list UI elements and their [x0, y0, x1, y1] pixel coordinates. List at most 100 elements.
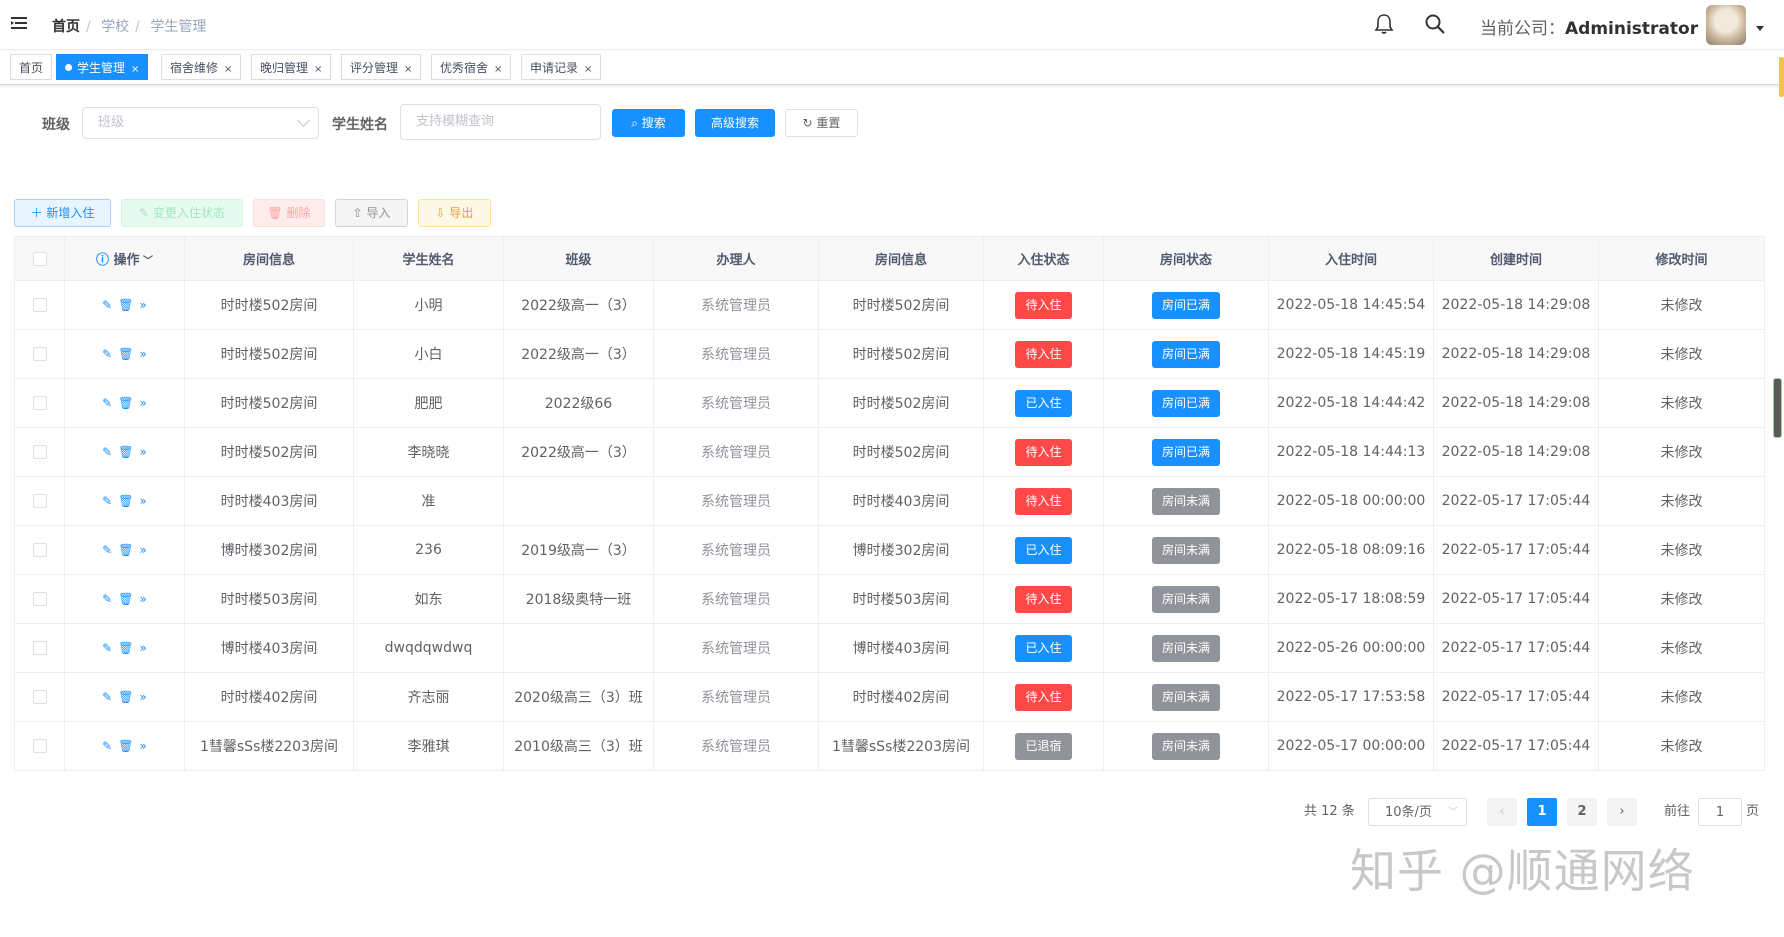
breadcrumb-school[interactable]: 学校: [101, 19, 129, 35]
trash-icon[interactable]: 🗑: [118, 396, 133, 410]
table-row[interactable]: ✎ 🗑» 博时楼403房间 dwqdqwdwq 系统管理员 博时楼403房间 已入住 房间未满…: [14, 623, 1765, 673]
tab-late-return[interactable]: 晚归管理 ×: [251, 54, 332, 80]
tab-excellent-dorm[interactable]: 优秀宿舍 ×: [431, 54, 512, 80]
tab-home[interactable]: 首页: [10, 54, 53, 80]
page-1-button[interactable]: 1: [1527, 798, 1557, 826]
tab-score-management[interactable]: 评分管理 ×: [341, 54, 422, 80]
advanced-search-button[interactable]: 高级搜索: [695, 109, 775, 137]
row-checkbox[interactable]: [32, 347, 47, 361]
double-chevron-right-icon[interactable]: »: [139, 592, 146, 606]
double-chevron-right-icon[interactable]: »: [139, 396, 146, 410]
trash-icon[interactable]: 🗑: [118, 445, 133, 459]
row-checkbox[interactable]: [32, 543, 47, 557]
close-icon[interactable]: ×: [404, 64, 412, 75]
page-2-button[interactable]: 2: [1567, 798, 1597, 826]
delete-button[interactable]: 🗑 删除: [253, 199, 325, 227]
scrollbar-top[interactable]: [1779, 57, 1784, 97]
double-chevron-right-icon[interactable]: »: [139, 445, 146, 459]
hamburger-icon[interactable]: [10, 14, 28, 32]
row-checkbox[interactable]: [32, 445, 47, 459]
cell-room-status: 房间未满: [1103, 574, 1269, 624]
row-checkbox[interactable]: [32, 494, 47, 508]
page-size-select[interactable]: 10条/页 ﹀: [1368, 798, 1467, 826]
close-icon[interactable]: ×: [314, 64, 322, 75]
bell-icon[interactable]: [1372, 12, 1396, 36]
header-actions[interactable]: ⓘ 操作 ﹀: [64, 236, 185, 281]
table-row[interactable]: ✎ 🗑» 时时楼502房间 小明 2022级高一（3） 系统管理员 时时楼502房间 待入住房…: [14, 280, 1765, 330]
edit-icon[interactable]: ✎: [102, 739, 112, 753]
trash-icon[interactable]: 🗑: [118, 543, 133, 557]
reset-button[interactable]: ↻ 重置: [785, 109, 858, 137]
edit-icon[interactable]: ✎: [102, 347, 112, 361]
search-button[interactable]: ⌕ 搜索: [612, 109, 685, 137]
row-checkbox[interactable]: [32, 592, 47, 606]
tab-student-management[interactable]: 学生管理 ×: [56, 54, 149, 80]
trash-icon[interactable]: 🗑: [118, 347, 133, 361]
table-row[interactable]: ✎ 🗑» 时时楼502房间 李晓晓 2022级高一（3） 系统管理员 时时楼502房间 待入住…: [14, 427, 1765, 477]
student-name-input[interactable]: 支持模糊查询: [400, 104, 601, 140]
table-row[interactable]: ✎ 🗑» 博时楼302房间 236 2019级高一（3） 系统管理员 博时楼302房间 已入住…: [14, 525, 1765, 575]
room-status-badge: 房间已满: [1151, 438, 1220, 466]
double-chevron-right-icon[interactable]: »: [139, 347, 146, 361]
row-checkbox[interactable]: [32, 739, 47, 753]
cell-room: 时时楼502房间: [184, 427, 354, 477]
search-icon[interactable]: [1424, 13, 1446, 35]
tab-dorm-repair[interactable]: 宿舍维修 ×: [161, 54, 242, 80]
avatar[interactable]: [1706, 5, 1746, 45]
add-checkin-button[interactable]: ＋ 新增入住: [14, 199, 111, 227]
trash-icon[interactable]: 🗑: [118, 494, 133, 508]
double-chevron-right-icon[interactable]: »: [139, 641, 146, 655]
goto-page-input[interactable]: 1: [1698, 798, 1742, 826]
table-row[interactable]: ✎ 🗑» 时时楼502房间 小白 2022级高一（3） 系统管理员 时时楼502房间 待入住房…: [14, 329, 1765, 379]
edit-icon[interactable]: ✎: [102, 543, 112, 557]
close-icon[interactable]: ×: [131, 64, 139, 75]
table-row[interactable]: ✎ 🗑» 时时楼402房间 齐志丽 2020级高三（3）班 系统管理员 时时楼402房间 待入…: [14, 672, 1765, 722]
header-checkin-time: 入住时间: [1268, 236, 1434, 281]
double-chevron-right-icon[interactable]: »: [139, 543, 146, 557]
edit-icon[interactable]: ✎: [102, 445, 112, 459]
trash-icon[interactable]: 🗑: [118, 592, 133, 606]
edit-icon[interactable]: ✎: [102, 298, 112, 312]
edit-icon[interactable]: ✎: [102, 690, 112, 704]
caret-down-icon[interactable]: [1756, 26, 1764, 31]
edit-icon[interactable]: ✎: [102, 396, 112, 410]
table-row[interactable]: ✎ 🗑» 时时楼403房间准系统管理员 时时楼403房间 待入住 房间未满 2022-05-…: [14, 476, 1765, 526]
table-row[interactable]: ✎ 🗑» 时时楼503房间 如东 2018级奥特一班 系统管理员 时时楼503房间 待入住 房间…: [14, 574, 1765, 624]
change-status-button[interactable]: ✎ 变更入住状态: [121, 199, 243, 227]
select-all-checkbox[interactable]: [32, 251, 47, 266]
double-chevron-right-icon[interactable]: »: [139, 690, 146, 704]
double-chevron-right-icon[interactable]: »: [139, 739, 146, 753]
tab-application-records[interactable]: 申请记录 ×: [521, 54, 602, 80]
trash-icon[interactable]: 🗑: [118, 298, 133, 312]
row-actions: ✎ 🗑 »: [64, 280, 185, 330]
row-checkbox[interactable]: [32, 641, 47, 655]
export-button[interactable]: ⇩ 导出: [418, 199, 491, 227]
cell-handler: 系统管理员: [653, 623, 819, 673]
close-icon[interactable]: ×: [584, 64, 592, 75]
table-row[interactable]: ✎ 🗑» 时时楼502房间 肥肥 2022级66 系统管理员 时时楼502房间 已入住 房间已满…: [14, 378, 1765, 428]
edit-icon[interactable]: ✎: [102, 494, 112, 508]
plus-icon: ＋: [30, 206, 47, 220]
cell-room-status: 房间未满: [1103, 476, 1269, 526]
trash-icon[interactable]: 🗑: [118, 739, 133, 753]
edit-icon[interactable]: ✎: [102, 641, 112, 655]
prev-page-button[interactable]: ‹: [1487, 798, 1517, 826]
trash-icon[interactable]: 🗑: [118, 690, 133, 704]
close-icon[interactable]: ×: [494, 64, 502, 75]
tab-label: 评分管理: [350, 61, 399, 75]
row-checkbox[interactable]: [32, 298, 47, 312]
import-button[interactable]: ⇧ 导入: [335, 199, 408, 227]
edit-icon[interactable]: ✎: [102, 592, 112, 606]
class-select[interactable]: 班级: [82, 107, 319, 139]
breadcrumb-home[interactable]: 首页: [52, 19, 80, 35]
table-row[interactable]: ✎ 🗑» 1彗馨sSs楼2203房间 李雅琪 2010级高三（3）班 系统管理员 1彗馨sS…: [14, 721, 1765, 771]
student-name-label: 学生姓名: [332, 117, 388, 133]
double-chevron-right-icon[interactable]: »: [139, 494, 146, 508]
next-page-button[interactable]: ›: [1607, 798, 1637, 826]
row-checkbox[interactable]: [32, 396, 47, 410]
scrollbar-thumb[interactable]: [1773, 378, 1782, 438]
row-checkbox[interactable]: [32, 690, 47, 704]
trash-icon[interactable]: 🗑: [118, 641, 133, 655]
double-chevron-right-icon[interactable]: »: [139, 298, 146, 312]
close-icon[interactable]: ×: [224, 64, 232, 75]
